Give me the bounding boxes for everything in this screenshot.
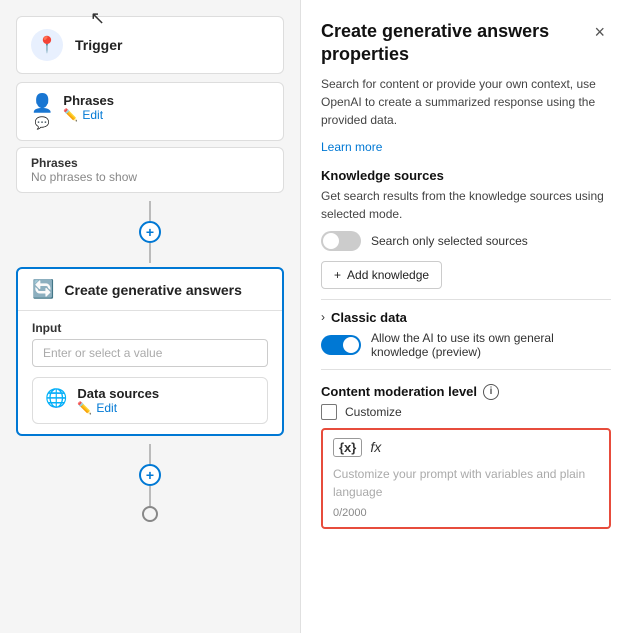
- learn-more-link[interactable]: Learn more: [321, 140, 382, 154]
- fx-icon[interactable]: fx: [370, 439, 381, 455]
- phrases-info-subtitle: No phrases to show: [31, 170, 269, 184]
- connector-line-bottom2: [149, 486, 151, 506]
- search-sources-label: Search only selected sources: [371, 234, 528, 248]
- data-sources-title: Data sources: [77, 386, 159, 401]
- trigger-label: Trigger: [75, 37, 122, 53]
- phrases-info-box: Phrases No phrases to show: [16, 147, 284, 193]
- ai-knowledge-label: Allow the AI to use its own general know…: [371, 331, 611, 359]
- connector-bottom: +: [16, 444, 284, 522]
- knowledge-sources-title: Knowledge sources: [321, 168, 611, 183]
- ai-knowledge-toggle-row: Allow the AI to use its own general know…: [321, 331, 611, 359]
- customize-checkbox[interactable]: [321, 404, 337, 420]
- search-sources-toggle[interactable]: [321, 231, 361, 251]
- formula-counter: 0/2000: [333, 507, 599, 519]
- phrases-info-title: Phrases: [31, 156, 269, 170]
- panel-description: Search for content or provide your own c…: [321, 75, 611, 129]
- phrases-speech-icon: 💬: [35, 116, 50, 130]
- formula-placeholder: Customize your prompt with variables and…: [333, 465, 599, 501]
- accordion-chevron-icon: ›: [321, 310, 325, 324]
- add-knowledge-button[interactable]: + Add knowledge: [321, 261, 442, 289]
- customize-label: Customize: [345, 405, 402, 419]
- add-node-button-bottom[interactable]: +: [139, 464, 161, 486]
- ds-pencil-icon: ✏️: [77, 401, 92, 415]
- pencil-icon: ✏️: [63, 108, 78, 122]
- content-mod-title: Content moderation level: [321, 384, 477, 399]
- data-sources-edit-label: Edit: [96, 401, 117, 415]
- end-circle: [142, 506, 158, 522]
- divider-2: [321, 369, 611, 370]
- node-body: Input Enter or select a value 🌐 Data sou…: [18, 311, 282, 434]
- phrases-node-title: Phrases: [63, 93, 114, 108]
- create-generative-answers-node: 🔄 Create generative answers Input Enter …: [16, 267, 284, 436]
- classic-data-accordion[interactable]: › Classic data: [321, 310, 611, 325]
- input-placeholder: Enter or select a value: [43, 346, 162, 360]
- divider-1: [321, 299, 611, 300]
- input-field-label: Input: [32, 321, 268, 335]
- node-main-label: Create generative answers: [64, 282, 241, 298]
- data-sources-edit-link[interactable]: ✏️ Edit: [77, 401, 159, 415]
- search-sources-toggle-row: Search only selected sources: [321, 231, 611, 251]
- content-moderation-row: Content moderation level i: [321, 384, 611, 400]
- globe-icon: 🌐: [45, 388, 67, 409]
- connector-line-mid: [149, 243, 151, 263]
- toggle-thumb: [323, 233, 339, 249]
- phrases-edit-label: Edit: [82, 108, 103, 122]
- classic-data-label: Classic data: [331, 310, 407, 325]
- node-header: 🔄 Create generative answers: [18, 269, 282, 311]
- generative-answers-icon: 🔄: [32, 279, 54, 300]
- input-value-field[interactable]: Enter or select a value: [32, 339, 268, 367]
- formula-box[interactable]: {x} fx Customize your prompt with variab…: [321, 428, 611, 529]
- trigger-icon: 📍: [31, 29, 63, 61]
- add-node-button-top[interactable]: +: [139, 221, 161, 243]
- ai-knowledge-toggle[interactable]: [321, 335, 361, 355]
- left-panel: ↖ 📍 Trigger 👤 💬 Phrases ✏️ Edit Phrases …: [0, 0, 300, 633]
- add-knowledge-label: Add knowledge: [347, 268, 429, 282]
- trigger-node: 📍 Trigger: [16, 16, 284, 74]
- phrases-node: 👤 💬 Phrases ✏️ Edit: [16, 82, 284, 141]
- close-panel-button[interactable]: ×: [588, 20, 611, 45]
- connector-line-bottom1: [149, 444, 151, 464]
- customize-checkbox-row: Customize: [321, 404, 611, 420]
- info-icon: i: [483, 384, 499, 400]
- connector-line-top: [149, 201, 151, 221]
- right-panel: Create generative answers properties × S…: [300, 0, 631, 633]
- phrases-person-icon: 👤: [31, 93, 53, 114]
- data-sources-row: 🌐 Data sources ✏️ Edit: [32, 377, 268, 424]
- connector-top: +: [16, 201, 284, 263]
- phrases-edit-link[interactable]: ✏️ Edit: [63, 108, 114, 122]
- plus-icon: +: [334, 268, 341, 282]
- formula-icons-row: {x} fx: [333, 438, 599, 457]
- variable-icon[interactable]: {x}: [333, 438, 362, 457]
- ai-toggle-thumb: [343, 337, 359, 353]
- panel-title: Create generative answers properties: [321, 20, 588, 67]
- panel-header: Create generative answers properties ×: [321, 20, 611, 67]
- knowledge-sources-desc: Get search results from the knowledge so…: [321, 187, 611, 223]
